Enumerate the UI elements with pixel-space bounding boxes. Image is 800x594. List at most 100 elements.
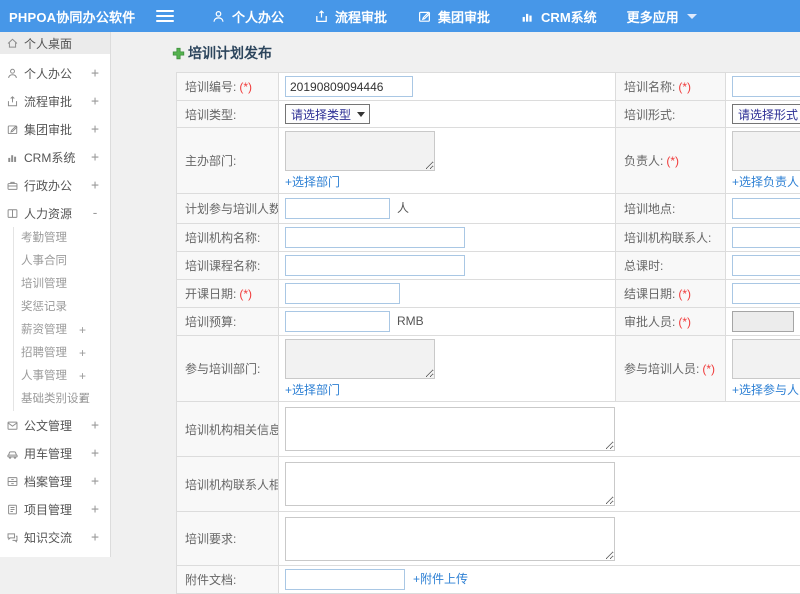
- planned-participants-input[interactable]: [285, 198, 390, 219]
- sidebar-item-vehicle[interactable]: 用车管理 +: [0, 439, 110, 467]
- sidebar-item-label: 个人桌面: [24, 35, 72, 52]
- expand-toggle[interactable]: +: [91, 530, 99, 545]
- sidebar-item-group-approval[interactable]: 集团审批 +: [0, 115, 110, 143]
- expand-toggle[interactable]: +: [91, 66, 99, 81]
- training-requirements-textarea[interactable]: [285, 517, 615, 561]
- menu-toggle-icon[interactable]: [156, 7, 174, 25]
- field-label: 培训机构联系人:: [616, 224, 726, 252]
- nav-group-approval[interactable]: 集团审批: [402, 0, 505, 32]
- field-label: 培训课程名称:: [177, 252, 279, 280]
- pick-participants-link[interactable]: +选择参与人员: [732, 383, 800, 397]
- expand-toggle[interactable]: +: [91, 474, 99, 489]
- expand-toggle[interactable]: +: [91, 502, 99, 517]
- sidebar-item-official-doc[interactable]: 公文管理 +: [0, 411, 110, 439]
- expand-toggle[interactable]: +: [79, 319, 86, 342]
- sidebar-subitem-base-category[interactable]: 基础类别设置+: [21, 388, 110, 411]
- expand-toggle[interactable]: +: [79, 342, 86, 365]
- expand-toggle[interactable]: +: [91, 446, 99, 461]
- clipboard-icon: [6, 503, 19, 516]
- expand-toggle[interactable]: +: [91, 178, 99, 193]
- nav-personal-office[interactable]: 个人办公: [196, 0, 299, 32]
- unit-label: 人: [397, 201, 409, 215]
- sidebar-item-personal-desktop[interactable]: 个人桌面: [0, 32, 110, 54]
- form-row: 开课日期:(*) 结课日期:(*): [177, 280, 800, 308]
- pick-department-link[interactable]: +选择部门: [285, 383, 340, 397]
- sidebar-item-project[interactable]: 项目管理 +: [0, 495, 110, 523]
- sidebar-item-archive[interactable]: 档案管理 +: [0, 467, 110, 495]
- training-number-input[interactable]: [285, 76, 413, 97]
- add-icon: [172, 47, 185, 60]
- edit-square-icon: [6, 123, 19, 136]
- main-content: 培训计划发布 培训编号:(*) 培训名称:(*) 培训类型: 请选择类型 培训形…: [112, 32, 800, 594]
- field-label: 培训要求:: [177, 512, 279, 566]
- sidebar-item-label: 档案管理: [24, 473, 72, 490]
- nav-label: 集团审批: [438, 7, 490, 26]
- sidebar-subitem-attendance[interactable]: 考勤管理: [21, 227, 110, 250]
- sidebar-subitem-personnel[interactable]: 人事管理+: [21, 365, 110, 388]
- sidebar-item-label: 知识交流: [24, 529, 72, 546]
- expand-toggle[interactable]: +: [79, 365, 86, 388]
- expand-toggle[interactable]: +: [91, 150, 99, 165]
- institution-name-input[interactable]: [285, 227, 465, 248]
- sidebar-subitem-reward-punish[interactable]: 奖惩记录: [21, 296, 110, 319]
- sidebar-subitem-hr-contract[interactable]: 人事合同: [21, 250, 110, 273]
- sidebar-subitem-salary[interactable]: 薪资管理+: [21, 319, 110, 342]
- field-label: 参与培训人员:(*): [616, 336, 726, 402]
- home-icon: [6, 37, 19, 50]
- training-type-select[interactable]: 请选择类型: [285, 104, 370, 124]
- course-name-input[interactable]: [285, 255, 465, 276]
- institution-contact-input[interactable]: [732, 227, 800, 248]
- collapse-toggle[interactable]: -: [91, 206, 99, 221]
- field-label: 总课时:: [616, 252, 726, 280]
- sidebar-item-label: 项目管理: [24, 501, 72, 518]
- edit-square-icon: [417, 9, 432, 24]
- form-row: 培训机构名称: 培训机构联系人:: [177, 224, 800, 252]
- attachment-input[interactable]: [285, 569, 405, 590]
- sidebar-subitem-recruit[interactable]: 招聘管理+: [21, 342, 110, 365]
- sidebar: 个人桌面 个人办公 + 流程审批 + 集团审批 + CRM系统 + 行政办公 +: [0, 32, 111, 557]
- nav-workflow-approval[interactable]: 流程审批: [299, 0, 402, 32]
- field-label: 负责人:(*): [616, 128, 726, 194]
- end-date-input[interactable]: [732, 283, 800, 304]
- sidebar-subitem-training-mgmt[interactable]: 培训管理: [21, 273, 110, 296]
- responsible-person-textarea[interactable]: [732, 131, 800, 171]
- start-date-input[interactable]: [285, 283, 400, 304]
- host-department-textarea[interactable]: [285, 131, 435, 171]
- institution-info-textarea[interactable]: [285, 407, 615, 451]
- approver-input[interactable]: [732, 311, 794, 332]
- topbar: PHPOA协同办公软件 个人办公 流程审批 集团审批 CRM系统: [0, 0, 800, 32]
- expand-toggle[interactable]: +: [91, 94, 99, 109]
- participants-textarea[interactable]: [732, 339, 800, 379]
- participating-departments-textarea[interactable]: [285, 339, 435, 379]
- sidebar-item-crm[interactable]: CRM系统 +: [0, 143, 110, 171]
- pick-responsible-link[interactable]: +选择负责人: [732, 175, 799, 189]
- total-hours-input[interactable]: [732, 255, 800, 276]
- nav-crm-system[interactable]: CRM系统: [505, 0, 612, 32]
- budget-input[interactable]: [285, 311, 390, 332]
- sidebar-item-hr[interactable]: 人力资源 -: [0, 199, 110, 227]
- attachment-upload-link[interactable]: +附件上传: [413, 572, 468, 586]
- institution-contact-info-textarea[interactable]: [285, 462, 615, 506]
- sidebar-item-admin-office[interactable]: 行政办公 +: [0, 171, 110, 199]
- bar-chart-icon: [520, 9, 535, 24]
- field-label: 审批人员:(*): [616, 308, 726, 336]
- training-location-input[interactable]: [732, 198, 800, 219]
- sidebar-item-knowledge[interactable]: 知识交流 +: [0, 523, 110, 551]
- form-row: 计划参与培训人数:(*) 人 培训地点:: [177, 194, 800, 224]
- pick-department-link[interactable]: +选择部门: [285, 175, 340, 189]
- book-icon: [6, 207, 19, 220]
- expand-toggle[interactable]: +: [91, 418, 99, 433]
- nav-more-apps[interactable]: 更多应用: [612, 0, 712, 32]
- sidebar-item-label: CRM系统: [24, 149, 75, 166]
- sidebar-item-personal-office[interactable]: 个人办公 +: [0, 59, 110, 87]
- field-label: 附件文档:: [177, 566, 279, 594]
- user-icon: [211, 9, 226, 24]
- sidebar-item-workflow-approval[interactable]: 流程审批 +: [0, 87, 110, 115]
- nav-label: CRM系统: [541, 7, 597, 26]
- expand-toggle[interactable]: +: [79, 388, 86, 411]
- training-name-input[interactable]: [732, 76, 800, 97]
- training-form-select[interactable]: 请选择形式: [732, 104, 800, 124]
- expand-toggle[interactable]: +: [91, 122, 99, 137]
- app-logo: PHPOA协同办公软件: [0, 7, 148, 26]
- field-label: 培训名称:(*): [616, 73, 726, 101]
